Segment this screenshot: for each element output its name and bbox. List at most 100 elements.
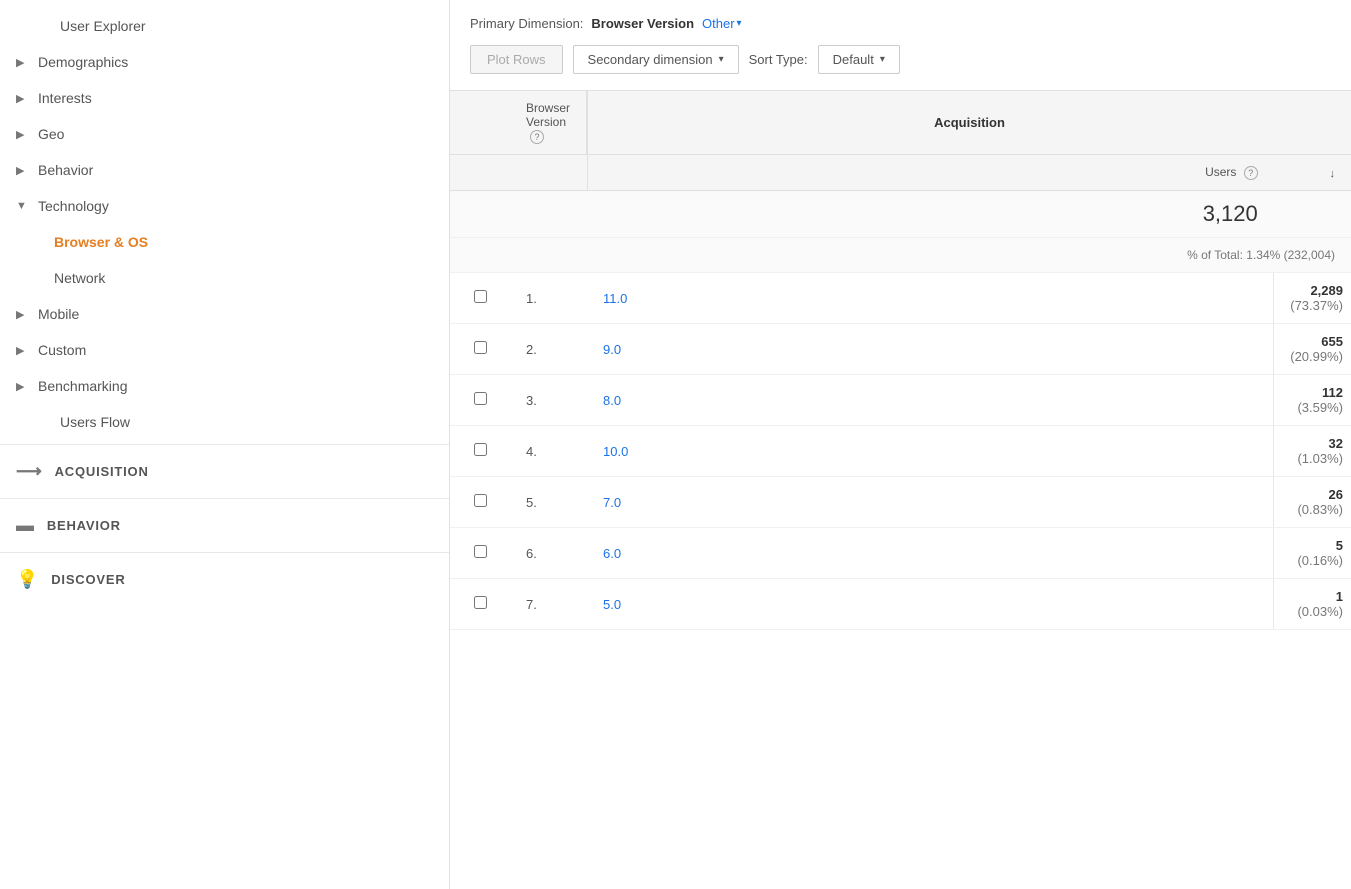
row-users-cell: 112 (3.59%) — [1274, 375, 1351, 426]
row-rank-cell: 2. — [510, 324, 587, 375]
row-checkbox-input[interactable] — [474, 545, 487, 558]
row-checkbox[interactable] — [450, 528, 510, 579]
section-label: DISCOVER — [51, 572, 125, 587]
chevron-right-icon: ▶ — [16, 128, 32, 141]
behavior-icon: ▬ — [16, 515, 35, 536]
table-row: 3. 8.0 112 (3.59%) — [450, 375, 1351, 426]
main-content: Primary Dimension: Browser Version Other… — [450, 0, 1351, 889]
sidebar-section-behavior[interactable]: ▬ BEHAVIOR — [0, 503, 449, 548]
help-icon[interactable]: ? — [530, 130, 544, 144]
row-rank-cell: 1. — [510, 273, 587, 324]
table-row: 1. 11.0 2,289 (73.37%) — [450, 273, 1351, 324]
sort-type-label: Sort Type: — [749, 52, 808, 67]
sidebar-item-label: Behavior — [38, 162, 93, 178]
row-version-cell[interactable]: 6.0 — [587, 528, 1274, 579]
table-row: 7. 5.0 1 (0.03%) — [450, 579, 1351, 630]
checkbox-subheader — [450, 155, 510, 191]
row-version-cell[interactable]: 8.0 — [587, 375, 1274, 426]
row-version-cell[interactable]: 5.0 — [587, 579, 1274, 630]
section-label: BEHAVIOR — [47, 518, 121, 533]
sort-default-dropdown[interactable]: Default ▾ — [818, 45, 900, 74]
sidebar-item-label: Interests — [38, 90, 92, 106]
browser-version-header: Browser Version ? — [510, 91, 587, 155]
total-users-cell: 3,120 — [587, 191, 1274, 238]
other-link[interactable]: Other ▾ — [702, 16, 742, 31]
data-table: Browser Version ? Acquisition Users ? — [450, 91, 1351, 630]
sidebar-section-acquisition[interactable]: ⟶ ACQUISITION — [0, 449, 449, 494]
sidebar-item-demographics[interactable]: ▶ Demographics — [0, 44, 449, 80]
row-checkbox-input[interactable] — [474, 341, 487, 354]
chevron-down-icon: ▾ — [880, 54, 885, 65]
sidebar: User Explorer ▶ Demographics ▶ Interests… — [0, 0, 450, 889]
sidebar-item-browser-os[interactable]: Browser & OS — [0, 224, 449, 260]
sidebar-item-users-flow[interactable]: Users Flow — [0, 404, 449, 440]
sort-default-label: Default — [833, 52, 874, 67]
total-percent-row: % of Total: 1.34% (232,004) — [450, 238, 1351, 273]
help-icon[interactable]: ? — [1244, 166, 1258, 180]
sidebar-item-user-explorer[interactable]: User Explorer — [0, 8, 449, 44]
sidebar-item-custom[interactable]: ▶ Custom — [0, 332, 449, 368]
sidebar-item-label: Technology — [38, 198, 109, 214]
sidebar-section-discover[interactable]: 💡 DISCOVER — [0, 557, 449, 602]
sidebar-item-label: Custom — [38, 342, 86, 358]
secondary-dimension-dropdown[interactable]: Secondary dimension ▾ — [573, 45, 739, 74]
plot-rows-button: Plot Rows — [470, 45, 563, 74]
primary-dimension-label: Primary Dimension: — [470, 16, 583, 31]
row-version-cell[interactable]: 10.0 — [587, 426, 1274, 477]
table-row: 4. 10.0 32 (1.03%) — [450, 426, 1351, 477]
sidebar-item-geo[interactable]: ▶ Geo — [0, 116, 449, 152]
row-checkbox[interactable] — [450, 426, 510, 477]
sidebar-item-network[interactable]: Network — [0, 260, 449, 296]
chevron-right-icon: ▶ — [16, 308, 32, 321]
row-version-cell[interactable]: 7.0 — [587, 477, 1274, 528]
row-checkbox[interactable] — [450, 324, 510, 375]
primary-dimension-value: Browser Version — [591, 16, 694, 31]
row-users-cell: 655 (20.99%) — [1274, 324, 1351, 375]
row-checkbox[interactable] — [450, 375, 510, 426]
other-label: Other — [702, 16, 735, 31]
row-users-cell: 32 (1.03%) — [1274, 426, 1351, 477]
row-checkbox-input[interactable] — [474, 392, 487, 405]
sidebar-item-label: Demographics — [38, 54, 128, 70]
row-version-cell[interactable]: 11.0 — [587, 273, 1274, 324]
row-checkbox[interactable] — [450, 579, 510, 630]
sidebar-item-interests[interactable]: ▶ Interests — [0, 80, 449, 116]
chevron-down-icon: ▾ — [719, 54, 724, 65]
chevron-right-icon: ▶ — [16, 92, 32, 105]
controls-row: Plot Rows Secondary dimension ▾ Sort Typ… — [470, 45, 1331, 74]
checkbox-header — [450, 91, 510, 155]
table-row: 6. 6.0 5 (0.16%) — [450, 528, 1351, 579]
sidebar-item-behavior[interactable]: ▶ Behavior — [0, 152, 449, 188]
row-rank-cell: 5. — [510, 477, 587, 528]
row-checkbox[interactable] — [450, 477, 510, 528]
row-checkbox-input[interactable] — [474, 443, 487, 456]
row-rank-cell: 3. — [510, 375, 587, 426]
sidebar-item-label: Users Flow — [60, 414, 130, 430]
browser-version-subheader — [510, 155, 587, 191]
sidebar-item-label: User Explorer — [60, 18, 146, 34]
sidebar-item-technology[interactable]: ▼ Technology — [0, 188, 449, 224]
row-checkbox-input[interactable] — [474, 596, 487, 609]
divider — [0, 552, 449, 553]
sidebar-item-label: Browser & OS — [54, 234, 148, 250]
acquisition-header: Acquisition — [587, 91, 1351, 155]
total-percent-cell — [1274, 191, 1351, 238]
row-rank-cell: 7. — [510, 579, 587, 630]
row-version-cell[interactable]: 9.0 — [587, 324, 1274, 375]
row-checkbox-input[interactable] — [474, 290, 487, 303]
row-checkbox-input[interactable] — [474, 494, 487, 507]
sidebar-item-label: Geo — [38, 126, 64, 142]
total-row: 3,120 — [450, 191, 1351, 238]
row-checkbox[interactable] — [450, 273, 510, 324]
chevron-down-icon: ▼ — [16, 200, 32, 212]
sort-arrow-header[interactable]: ↓ — [1274, 155, 1351, 191]
row-users-cell: 2,289 (73.37%) — [1274, 273, 1351, 324]
sort-down-icon: ↓ — [1330, 168, 1336, 180]
users-header: Users ? — [587, 155, 1274, 191]
sidebar-item-benchmarking[interactable]: ▶ Benchmarking — [0, 368, 449, 404]
sidebar-item-mobile[interactable]: ▶ Mobile — [0, 296, 449, 332]
sidebar-item-label: Network — [54, 270, 105, 286]
total-percent-label: % of Total: 1.34% (232,004) — [587, 238, 1351, 273]
primary-dimension-row: Primary Dimension: Browser Version Other… — [470, 16, 1331, 31]
total-checkbox-cell — [450, 191, 510, 238]
